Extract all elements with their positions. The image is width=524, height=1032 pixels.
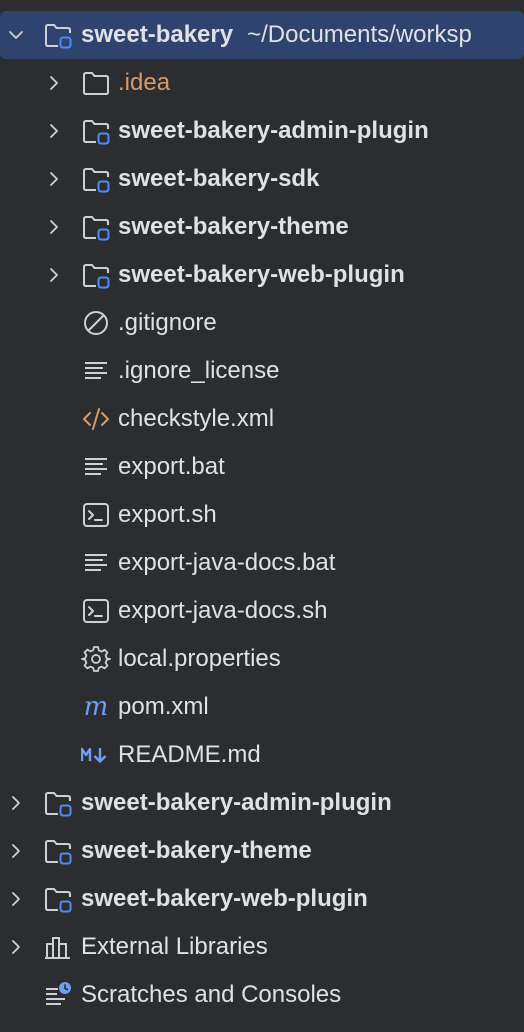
tree-row-file[interactable]: README.md: [0, 731, 524, 779]
maven-icon: m: [81, 692, 111, 722]
text-file-icon: [81, 452, 111, 482]
tree-row-file[interactable]: m pom.xml: [0, 683, 524, 731]
tree-row-file[interactable]: .ignore_license: [0, 347, 524, 395]
chevron-right-icon[interactable]: [6, 793, 26, 813]
module-folder-icon: [81, 212, 111, 242]
tree-row-root[interactable]: sweet-bakery ~/Documents/worksp: [0, 11, 524, 59]
module-folder-icon: [43, 20, 73, 50]
file-label: checkstyle.xml: [118, 405, 275, 432]
tree-row-idea[interactable]: .idea: [0, 59, 524, 107]
chevron-right-icon[interactable]: [6, 841, 26, 861]
chevron-right-icon[interactable]: [6, 937, 26, 957]
xml-file-icon: [81, 404, 111, 434]
markdown-icon: [81, 740, 111, 770]
module-label: sweet-bakery-web-plugin: [118, 261, 405, 288]
module-folder-icon: [81, 164, 111, 194]
library-icon: [43, 932, 73, 962]
tree-row-file[interactable]: export-java-docs.sh: [0, 587, 524, 635]
tree-row-top-module[interactable]: sweet-bakery-admin-plugin: [0, 779, 524, 827]
tree-row-module[interactable]: sweet-bakery-admin-plugin: [0, 107, 524, 155]
scratches-label: Scratches and Consoles: [81, 981, 342, 1008]
module-label: sweet-bakery-admin-plugin: [81, 789, 392, 816]
file-label: export.sh: [118, 501, 217, 528]
chevron-right-icon[interactable]: [44, 169, 64, 189]
root-project-name: sweet-bakery: [81, 21, 234, 48]
chevron-down-icon[interactable]: [6, 25, 26, 45]
gear-icon: [81, 644, 111, 674]
external-libraries-label: External Libraries: [81, 933, 268, 960]
shell-script-icon: [81, 596, 111, 626]
file-label: export-java-docs.sh: [118, 597, 328, 624]
folder-icon: [81, 68, 111, 98]
tree-row-file[interactable]: export.bat: [0, 443, 524, 491]
file-label: export.bat: [118, 453, 225, 480]
tree-row-top-module[interactable]: sweet-bakery-web-plugin: [0, 875, 524, 923]
project-tree: sweet-bakery ~/Documents/worksp .idea swe…: [0, 0, 524, 1032]
file-label: .gitignore: [118, 309, 217, 336]
module-label: sweet-bakery-theme: [118, 213, 349, 240]
file-label: README.md: [118, 741, 261, 768]
scratches-icon: [43, 980, 73, 1010]
chevron-right-icon[interactable]: [44, 121, 64, 141]
tree-row-file[interactable]: export.sh: [0, 491, 524, 539]
tree-row-top-module[interactable]: sweet-bakery-theme: [0, 827, 524, 875]
module-folder-icon: [81, 260, 111, 290]
chevron-right-icon[interactable]: [44, 217, 64, 237]
root-project-path: ~/Documents/worksp: [247, 21, 472, 48]
file-label: pom.xml: [118, 693, 209, 720]
module-label: sweet-bakery-web-plugin: [81, 885, 368, 912]
module-label: sweet-bakery-sdk: [118, 165, 320, 192]
tree-row-file[interactable]: local.properties: [0, 635, 524, 683]
folder-label: .idea: [118, 69, 171, 96]
tree-row-module[interactable]: sweet-bakery-sdk: [0, 155, 524, 203]
file-label: export-java-docs.bat: [118, 549, 336, 576]
tree-row-module[interactable]: sweet-bakery-theme: [0, 203, 524, 251]
file-label: local.properties: [118, 645, 281, 672]
tree-row-file[interactable]: export-java-docs.bat: [0, 539, 524, 587]
tree-row-file[interactable]: checkstyle.xml: [0, 395, 524, 443]
module-folder-icon: [43, 836, 73, 866]
chevron-right-icon[interactable]: [6, 889, 26, 909]
tree-row-scratches[interactable]: Scratches and Consoles: [0, 971, 524, 1019]
module-folder-icon: [43, 788, 73, 818]
shell-script-icon: [81, 500, 111, 530]
chevron-right-icon[interactable]: [44, 73, 64, 93]
root-label: sweet-bakery ~/Documents/worksp: [81, 23, 472, 47]
module-folder-icon: [43, 884, 73, 914]
module-label: sweet-bakery-admin-plugin: [118, 117, 429, 144]
tree-row-file[interactable]: .gitignore: [0, 299, 524, 347]
file-label: .ignore_license: [118, 357, 280, 384]
module-folder-icon: [81, 116, 111, 146]
tree-row-external-libraries[interactable]: External Libraries: [0, 923, 524, 971]
chevron-right-icon[interactable]: [44, 265, 64, 285]
text-file-icon: [81, 548, 111, 578]
module-label: sweet-bakery-theme: [81, 837, 312, 864]
text-file-icon: [81, 356, 111, 386]
ignored-file-icon: [81, 308, 111, 338]
svg-text:m: m: [84, 692, 109, 722]
tree-row-module[interactable]: sweet-bakery-web-plugin: [0, 251, 524, 299]
